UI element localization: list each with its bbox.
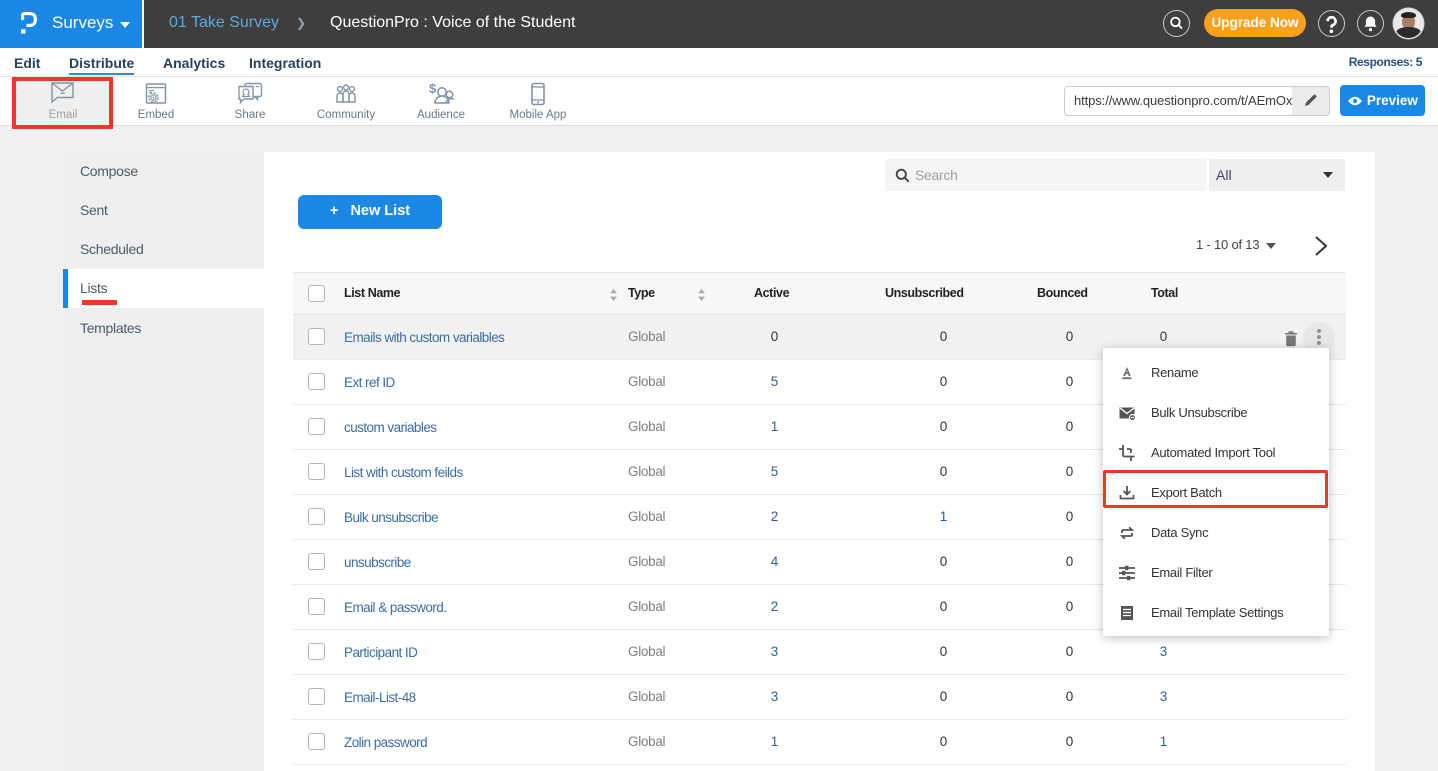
svg-text:$: $ xyxy=(429,82,437,96)
